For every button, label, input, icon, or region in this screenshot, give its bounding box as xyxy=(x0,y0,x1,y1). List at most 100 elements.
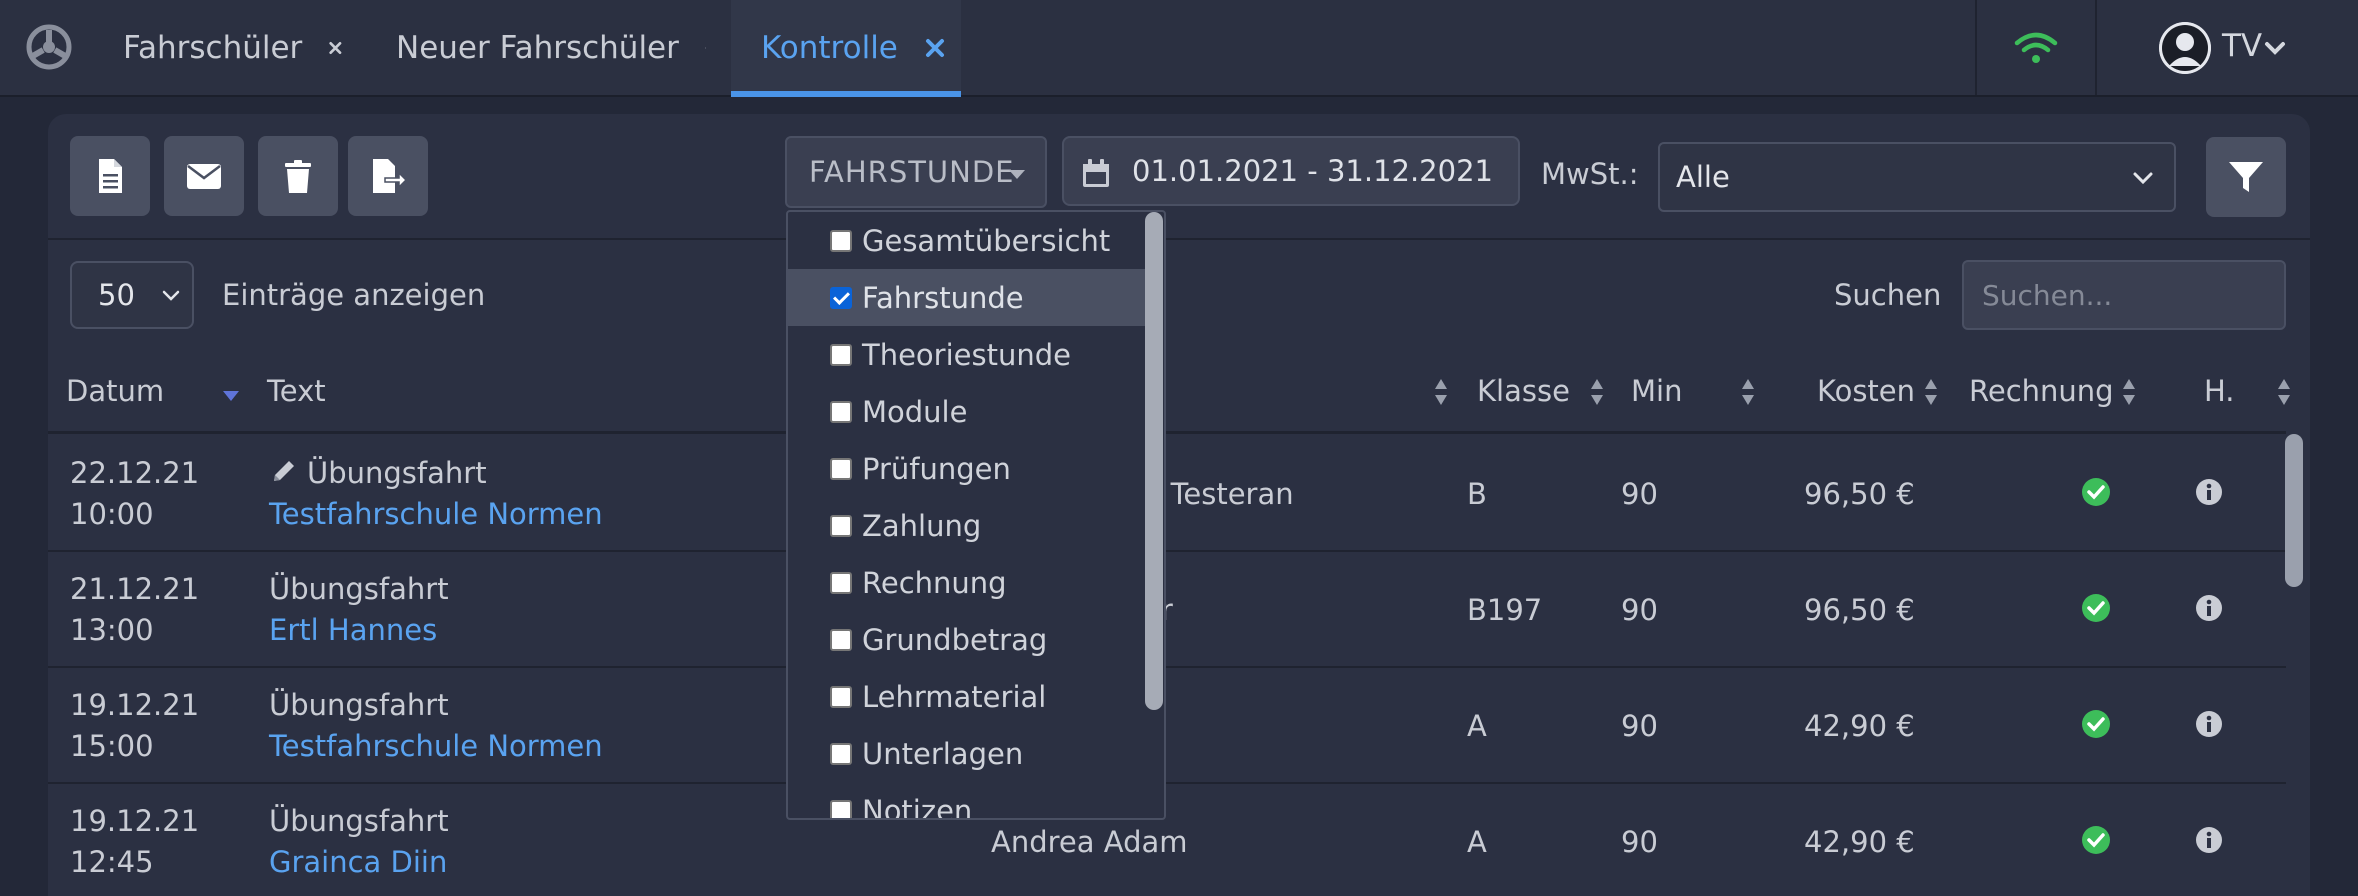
sort-icon[interactable] xyxy=(2277,377,2291,407)
dropdown-item-rechnung[interactable]: Rechnung xyxy=(788,554,1148,611)
column-header-kosten[interactable]: Kosten xyxy=(1817,374,1915,408)
chevron-down-icon[interactable] xyxy=(2264,40,2286,56)
date-range-picker[interactable]: 01.01.2021 - 31.12.2021 xyxy=(1062,136,1520,206)
table-header-line xyxy=(48,431,2286,434)
row-school-link[interactable]: Ertl Hannes xyxy=(269,613,437,647)
checkbox[interactable] xyxy=(830,400,852,423)
user-avatar-icon[interactable] xyxy=(2159,22,2211,74)
search-label: Suchen xyxy=(1834,278,1942,312)
page-length-select[interactable]: 50 xyxy=(70,261,194,329)
row-klasse: A xyxy=(1467,709,1487,743)
checkbox[interactable] xyxy=(830,343,852,366)
type-select-value: FAHRSTUNDE xyxy=(809,155,1015,189)
row-kosten: 96,50 € xyxy=(1804,593,1915,627)
wifi-icon xyxy=(2014,32,2058,63)
column-header-h[interactable]: H. xyxy=(2204,374,2235,408)
dropdown-item-module[interactable]: Module xyxy=(788,383,1148,440)
info-circle-icon[interactable] xyxy=(2195,710,2223,738)
page-length-value: 50 xyxy=(98,278,135,312)
checkbox[interactable] xyxy=(830,229,852,252)
export-button[interactable] xyxy=(348,136,428,216)
dropdown-item-fahrstunde[interactable]: Fahrstunde xyxy=(788,269,1148,326)
document-button[interactable] xyxy=(70,136,150,216)
checkbox[interactable] xyxy=(830,457,852,480)
row-school-link[interactable]: Testfahrschule Normen xyxy=(269,729,603,763)
chevron-down-icon xyxy=(162,290,180,301)
type-dropdown-menu: Gesamtübersicht Fahrstunde Theoriestunde… xyxy=(786,210,1166,820)
checkbox[interactable] xyxy=(830,571,852,594)
dropdown-scrollbar[interactable] xyxy=(1145,212,1163,710)
row-min: 90 xyxy=(1621,477,1658,511)
filter-button[interactable] xyxy=(2206,137,2286,217)
mwst-select[interactable]: Alle xyxy=(1658,142,2176,212)
checkbox[interactable] xyxy=(830,799,852,818)
pencil-icon[interactable] xyxy=(270,457,298,485)
row-min: 90 xyxy=(1621,593,1658,627)
email-button[interactable] xyxy=(164,136,244,216)
row-separator xyxy=(48,550,2286,552)
mwst-label: MwSt.: xyxy=(1541,157,1639,191)
row-time: 15:00 xyxy=(70,729,154,763)
dropdown-item-lehrmaterial[interactable]: Lehrmaterial xyxy=(788,668,1148,725)
row-school-link[interactable]: Testfahrschule Normen xyxy=(269,497,603,531)
calendar-icon xyxy=(1083,159,1109,187)
column-header-rechnung[interactable]: Rechnung xyxy=(1969,374,2114,408)
row-date: 19.12.21 xyxy=(70,688,200,722)
row-school-link[interactable]: Grainca Diin xyxy=(269,845,447,879)
toolbar-divider xyxy=(48,238,2310,240)
tab-fahrschueler[interactable]: Fahrschüler xyxy=(123,0,343,95)
table-scrollbar[interactable] xyxy=(2285,434,2303,587)
checkbox[interactable] xyxy=(830,628,852,651)
filter-icon xyxy=(2229,162,2263,192)
close-icon[interactable] xyxy=(704,37,706,59)
info-circle-icon[interactable] xyxy=(2195,826,2223,854)
column-header-datum[interactable]: Datum xyxy=(66,374,164,408)
dropdown-item-label: Prüfungen xyxy=(862,451,1011,486)
row-min: 90 xyxy=(1621,709,1658,743)
dropdown-item-zahlung[interactable]: Zahlung xyxy=(788,497,1148,554)
sort-desc-icon[interactable] xyxy=(223,391,239,401)
search-input[interactable] xyxy=(1962,260,2286,330)
export-icon xyxy=(373,159,407,193)
tab-label: Fahrschüler xyxy=(123,29,303,66)
row-date: 21.12.21 xyxy=(70,572,200,606)
delete-button[interactable] xyxy=(258,136,338,216)
dropdown-item-notizen[interactable]: Notizen xyxy=(788,782,1148,818)
user-initials[interactable]: TV xyxy=(2222,28,2262,64)
top-bar: Fahrschüler Neuer Fahrschüler Kontrolle … xyxy=(0,0,2358,97)
column-header-min[interactable]: Min xyxy=(1631,374,1682,408)
close-icon[interactable] xyxy=(328,37,343,59)
dropdown-item-gesamtuebersicht[interactable]: Gesamtübersicht xyxy=(788,212,1148,269)
check-circle-icon xyxy=(2082,826,2110,854)
info-circle-icon[interactable] xyxy=(2195,594,2223,622)
close-icon[interactable] xyxy=(924,37,946,59)
sort-icon[interactable] xyxy=(1924,377,1938,407)
row-kosten: 42,90 € xyxy=(1804,709,1915,743)
row-text: Übungsfahrt xyxy=(269,804,449,838)
tab-neuer-fahrschueler[interactable]: Neuer Fahrschüler xyxy=(396,0,706,95)
row-klasse: B xyxy=(1467,477,1487,511)
column-header-text[interactable]: Text xyxy=(267,374,326,408)
dropdown-item-theoriestunde[interactable]: Theoriestunde xyxy=(788,326,1148,383)
dropdown-item-grundbetrag[interactable]: Grundbetrag xyxy=(788,611,1148,668)
caret-down-icon xyxy=(1009,170,1025,179)
checkbox[interactable] xyxy=(830,514,852,537)
top-bar-separator xyxy=(1975,0,1977,95)
sort-icon[interactable] xyxy=(1741,377,1755,407)
row-time: 10:00 xyxy=(70,497,154,531)
column-header-klasse[interactable]: Klasse xyxy=(1477,374,1570,408)
checkbox[interactable] xyxy=(830,685,852,708)
row-text: Übungsfahrt xyxy=(269,688,449,722)
dropdown-item-pruefungen[interactable]: Prüfungen xyxy=(788,440,1148,497)
sort-icon[interactable] xyxy=(1590,377,1604,407)
dropdown-item-label: Module xyxy=(862,394,968,429)
tab-kontrolle[interactable]: Kontrolle xyxy=(731,0,961,97)
checkbox[interactable] xyxy=(830,286,852,309)
sort-icon[interactable] xyxy=(2122,377,2136,407)
dropdown-item-unterlagen[interactable]: Unterlagen xyxy=(788,725,1148,782)
type-select[interactable]: FAHRSTUNDE xyxy=(785,136,1047,208)
info-circle-icon[interactable] xyxy=(2195,478,2223,506)
sort-icon[interactable] xyxy=(1434,377,1448,407)
checkbox[interactable] xyxy=(830,742,852,765)
steering-wheel-icon[interactable] xyxy=(26,24,72,70)
